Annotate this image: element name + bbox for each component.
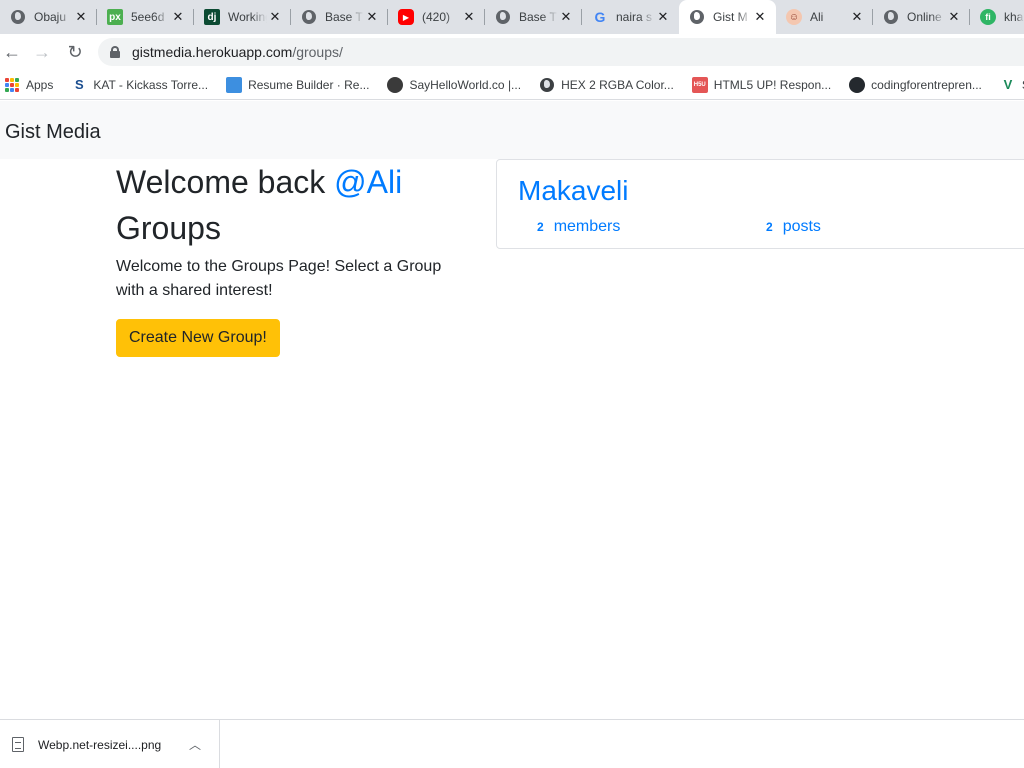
close-icon[interactable]: ✕ [946,9,962,25]
members-count: 2 [537,220,544,234]
welcome-prefix: Welcome back [116,164,335,200]
kat-icon: S [75,77,84,92]
page-title: Groups [116,210,221,246]
v-icon: V [1003,77,1013,92]
group-card[interactable]: Makaveli 2 members 2 posts [496,159,1024,249]
browser-toolbar: ← → ↻ gistmedia.herokuapp.com/groups/ [0,34,1024,70]
apps-grid-icon [4,77,20,93]
bookmark-item[interactable]: HEX 2 RGBA Color... [533,73,682,97]
download-item[interactable]: Webp.net-resizei....png ︿ [0,720,220,768]
bookmark-item[interactable]: Resume Builder · Re... [220,73,377,97]
github-icon [849,76,866,93]
lock-icon[interactable] [110,46,120,58]
browser-tab[interactable]: Online ✕ [873,0,970,34]
bookmark-label: SayHelloWorld.co |... [409,77,522,92]
chrome-page-icon [10,9,26,25]
tab-strip: Obaju ✕ px 5ee6d ✕ dj Working ✕ Base T ✕… [0,0,1024,34]
youtube-icon: ▶ [398,9,414,25]
bookmark-item[interactable]: H5U HTML5 UP! Respon... [686,73,839,97]
resume-icon [226,76,243,93]
django-icon: dj [204,9,220,25]
browser-tab[interactable]: dj Working ✕ [194,0,291,34]
browser-tab[interactable]: ☺ Ali ✕ [776,0,873,34]
url-domain: gistmedia.herokuapp.com [132,44,293,60]
posts-count: 2 [766,220,773,234]
close-icon[interactable]: ✕ [849,9,865,25]
group-name-link[interactable]: Makaveli [518,174,628,208]
globe-icon [539,77,555,93]
html5up-icon: H5U [691,76,708,93]
create-group-button[interactable]: Create New Group! [116,319,280,357]
back-arrow-icon[interactable]: ← [0,40,24,64]
address-bar[interactable]: gistmedia.herokuapp.com/groups/ [98,38,1024,66]
browser-tab[interactable]: Base T ✕ [485,0,582,34]
groups-intro: Welcome back @Ali Groups Welcome to the … [116,159,456,357]
tab-title: naira s [616,10,653,24]
tab-title: Working [228,10,267,24]
tab-title: (420) [422,10,451,24]
bookmark-label: Resume Builder · Re... [248,77,370,92]
close-icon[interactable]: ✕ [267,9,283,25]
close-icon[interactable]: ✕ [752,9,768,25]
bookmark-item[interactable]: S KAT - Kickass Torre... [65,73,216,97]
browser-tab[interactable]: px 5ee6d ✕ [97,0,194,34]
bookmark-label: KAT - Kickass Torre... [93,77,209,92]
bookmark-item[interactable]: V S [994,73,1024,97]
browser-tab[interactable]: G naira s ✕ [582,0,679,34]
globe-icon [301,9,317,25]
browser-tab-active[interactable]: Gist M ✕ [679,0,776,34]
bookmark-apps[interactable]: Apps [0,73,61,97]
reload-icon[interactable]: ↻ [63,40,87,64]
tab-title: kha [1004,10,1024,24]
file-icon [12,737,24,752]
globe-icon [495,9,511,25]
close-icon[interactable]: ✕ [170,9,186,25]
px-icon: px [107,9,123,25]
globe-icon [689,9,705,25]
close-icon[interactable]: ✕ [364,9,380,25]
tab-title: Ali [810,10,824,24]
browser-tab[interactable]: fi kha [970,0,1024,34]
bookmark-label: Apps [26,77,54,92]
url-path: /groups/ [292,44,343,60]
bookmark-item[interactable]: SayHelloWorld.co |... [381,73,529,97]
members-label: members [553,218,621,235]
download-shelf: Webp.net-resizei....png ︿ [0,719,1024,768]
download-filename: Webp.net-resizei....png [38,737,162,752]
close-icon[interactable]: ✕ [655,9,671,25]
close-icon[interactable]: ✕ [558,9,574,25]
browser-tab[interactable]: Obaju ✕ [0,0,97,34]
tab-title: Base T [325,10,363,24]
globe-icon [883,9,899,25]
bookmark-label: HEX 2 RGBA Color... [561,77,674,92]
tab-title: 5ee6d [131,10,165,24]
intro-text: Welcome to the Groups Page! Select a Gro… [116,258,442,299]
bookmarks-bar: Apps S KAT - Kickass Torre... Resume Bui… [0,70,1024,100]
sayhello-icon [387,76,404,93]
site-navbar: Gist Media [0,101,1024,159]
tab-title: Gist M [713,10,748,24]
avatar-icon: ☺ [786,9,802,25]
group-members-stat[interactable]: 2 members [537,217,620,237]
bookmark-label: HTML5 UP! Respon... [713,77,832,92]
posts-label: posts [782,218,821,235]
welcome-heading: Welcome back @Ali [116,161,456,203]
forward-arrow-icon[interactable]: → [30,40,54,64]
tab-title: Base T [519,10,557,24]
chevron-up-icon[interactable]: ︿ [187,737,203,753]
google-icon: G [594,9,606,25]
browser-tab[interactable]: Base T ✕ [291,0,388,34]
bookmark-label: codingforentrepren... [871,77,982,92]
fi-icon: fi [980,9,996,25]
browser-tab[interactable]: ▶ (420) ✕ [388,0,485,34]
tab-title: Obaju [34,10,67,24]
tab-title: Online [907,10,942,24]
close-icon[interactable]: ✕ [461,9,477,25]
username-link[interactable]: @Ali [334,164,402,200]
bookmark-item[interactable]: codingforentrepren... [843,73,990,97]
close-icon[interactable]: ✕ [73,9,89,25]
navbar-brand[interactable]: Gist Media [5,120,101,144]
group-posts-stat[interactable]: 2 posts [766,217,821,237]
